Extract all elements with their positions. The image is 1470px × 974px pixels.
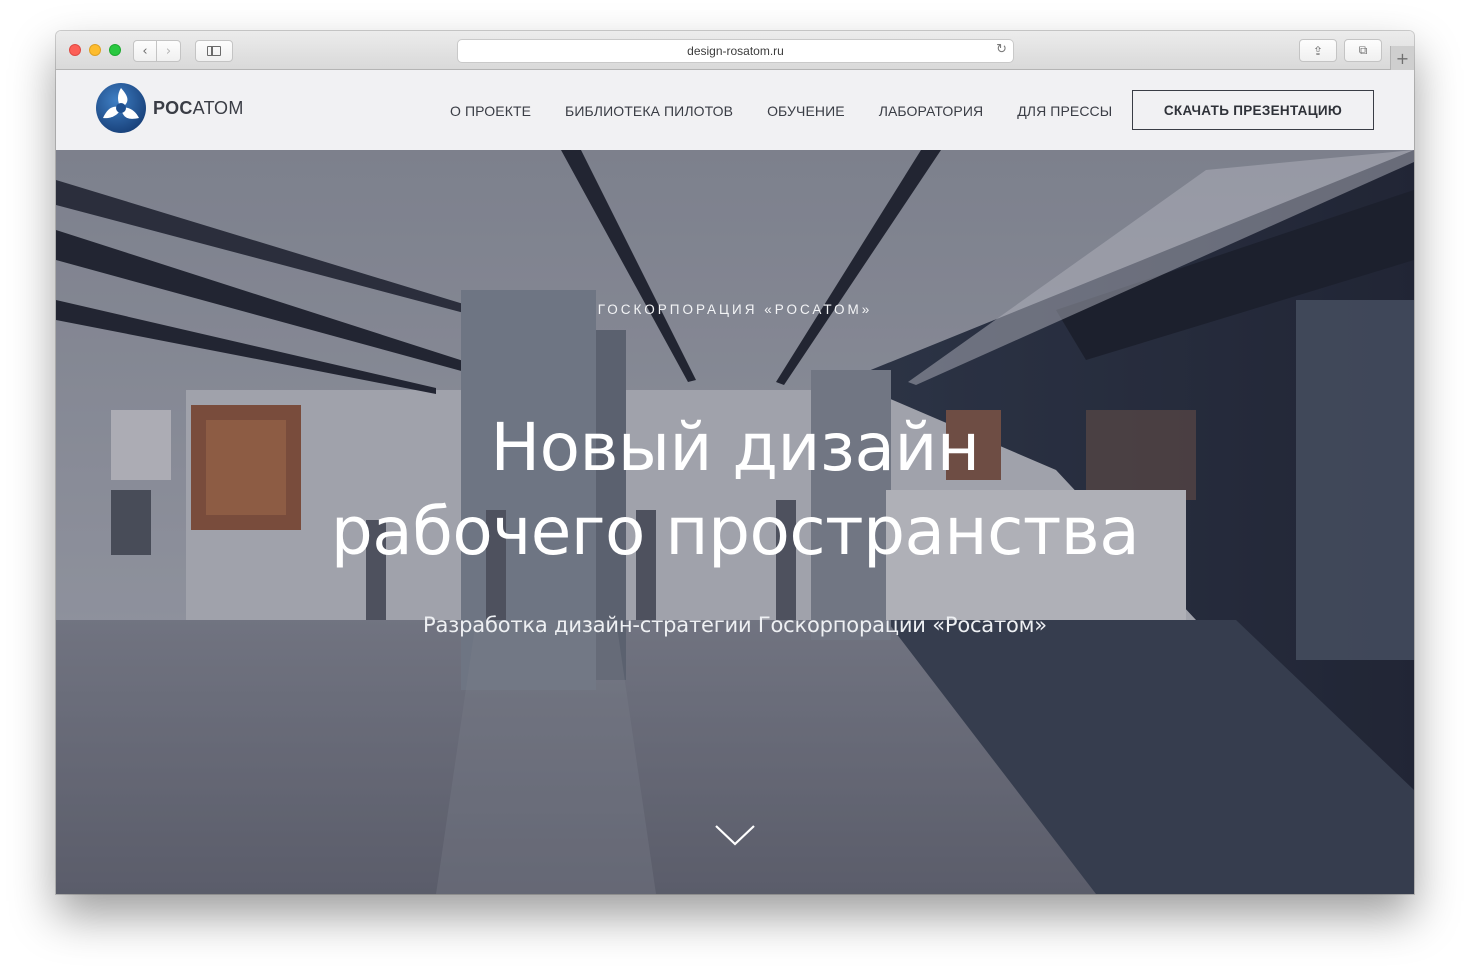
nav-training[interactable]: ОБУЧЕНИЕ <box>767 103 845 119</box>
show-tabs-button[interactable]: ⧉ <box>1344 39 1382 62</box>
share-button[interactable]: ⇪ <box>1299 39 1337 62</box>
minimize-window-button[interactable] <box>89 44 101 56</box>
logo-wordmark: РОСАТОМ <box>153 98 244 119</box>
maximize-window-button[interactable] <box>109 44 121 56</box>
browser-toolbar: ‹ › design-rosatom.ru ↻ ⇪ ⧉ + <box>56 31 1414 70</box>
url-text: design-rosatom.ru <box>687 44 784 58</box>
hero-eyebrow: ГОСКОРПОРАЦИЯ «РОСАТОМ» <box>597 302 873 317</box>
back-button[interactable]: ‹ <box>133 40 157 62</box>
chevron-left-icon: ‹ <box>142 43 148 59</box>
share-icon: ⇪ <box>1312 43 1324 58</box>
logo-wordmark-regular: АТОМ <box>192 97 244 118</box>
close-window-button[interactable] <box>69 44 81 56</box>
main-nav: О ПРОЕКТЕ БИБЛИОТЕКА ПИЛОТОВ ОБУЧЕНИЕ ЛА… <box>450 103 1146 119</box>
hero-subtitle: Разработка дизайн-стратегии Госкорпораци… <box>423 613 1047 637</box>
rosatom-logo-icon <box>96 83 146 133</box>
chevron-right-icon: › <box>165 43 172 59</box>
hero-title-line1: Новый дизайн <box>490 409 981 486</box>
logo-link[interactable]: РОСАТОМ <box>95 82 244 134</box>
logo-wordmark-bold: РОС <box>153 97 193 118</box>
sidebar-toggle-button[interactable] <box>195 40 233 62</box>
nav-pilot-library[interactable]: БИБЛИОТЕКА ПИЛОТОВ <box>565 103 733 119</box>
site-header: РОСАТОМ О ПРОЕКТЕ БИБЛИОТЕКА ПИЛОТОВ ОБУ… <box>56 70 1414 150</box>
tabs-icon: ⧉ <box>1358 43 1368 57</box>
download-presentation-button[interactable]: СКАЧАТЬ ПРЕЗЕНТАЦИЮ <box>1132 90 1374 130</box>
sidebar-icon <box>207 46 221 56</box>
nav-laboratory[interactable]: ЛАБОРАТОРИЯ <box>879 103 984 119</box>
hero-title-line2: рабочего пространства <box>330 493 1140 570</box>
nav-about[interactable]: О ПРОЕКТЕ <box>450 103 531 119</box>
browser-window: ‹ › design-rosatom.ru ↻ ⇪ ⧉ + РОСАТОМ О … <box>56 31 1414 894</box>
chevron-down-icon[interactable] <box>714 823 756 847</box>
plus-icon: + <box>1395 48 1410 68</box>
hero-title: Новый дизайн рабочего пространства <box>56 406 1414 574</box>
new-tab-button[interactable]: + <box>1390 46 1414 70</box>
address-bar[interactable]: design-rosatom.ru ↻ <box>457 39 1014 63</box>
hero-section: ГОСКОРПОРАЦИЯ «РОСАТОМ» Новый дизайн раб… <box>56 150 1414 894</box>
forward-button[interactable]: › <box>157 40 181 62</box>
reload-icon[interactable]: ↻ <box>996 42 1007 57</box>
nav-press[interactable]: ДЛЯ ПРЕССЫ <box>1017 103 1112 119</box>
